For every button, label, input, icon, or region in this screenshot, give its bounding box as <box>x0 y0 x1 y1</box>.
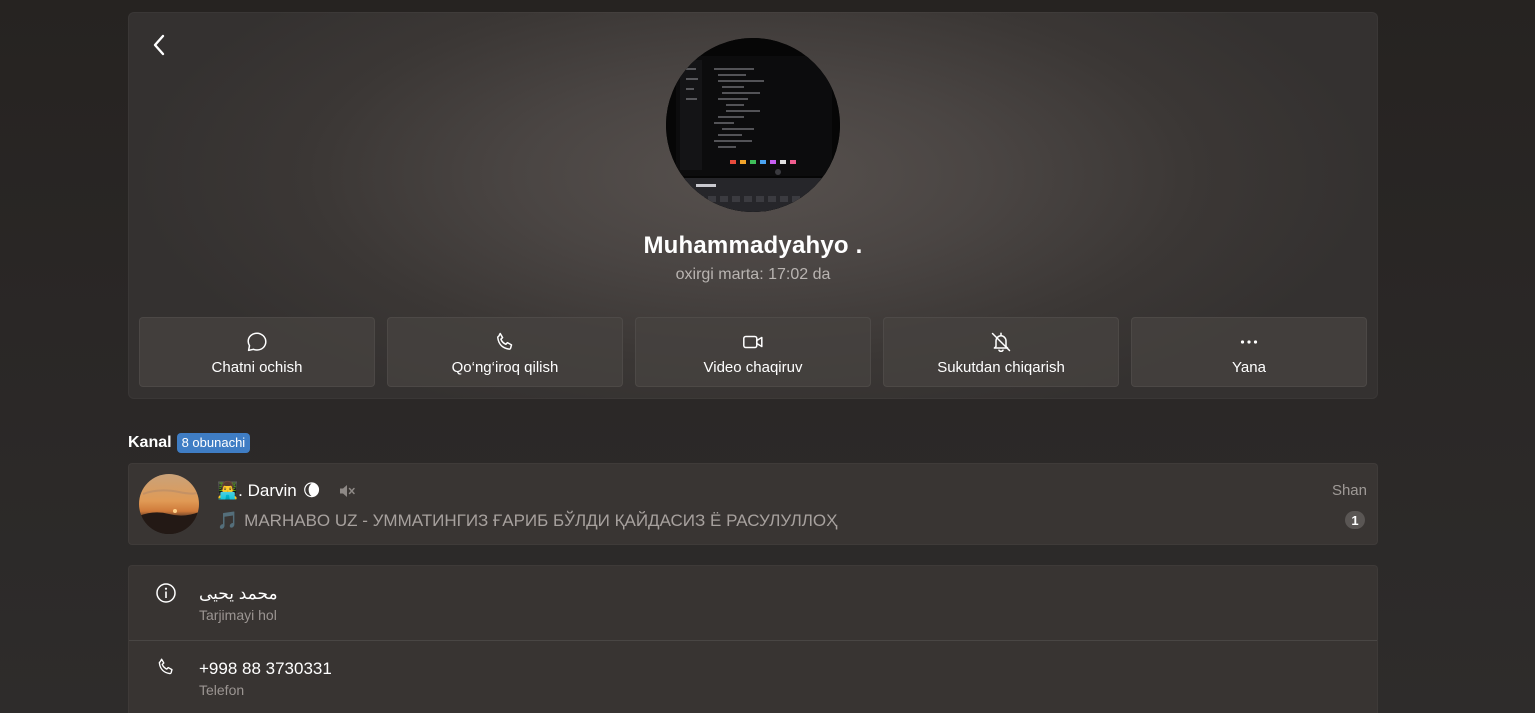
video-call-button[interactable]: Video chaqiruv <box>635 317 871 387</box>
channel-time: Shan <box>1331 482 1367 499</box>
last-seen-status: oxirgi marta: 17:02 da <box>675 266 831 283</box>
more-horizontal-icon <box>1240 340 1258 344</box>
phone-icon <box>497 332 513 350</box>
chat-bubble-icon <box>247 332 267 352</box>
channel-section-header: Kanal 8 obunachi <box>128 432 251 454</box>
muted-speaker-icon <box>340 485 356 497</box>
channel-list-item[interactable]: 👨‍💻 . Darvin 🌘 🎵 MARHABO UZ - УММАТИНГИЗ… <box>128 463 1378 545</box>
call-button[interactable]: Qo‘ng‘iroq qilish <box>387 317 623 387</box>
channel-section-title: Kanal <box>128 434 172 451</box>
open-chat-button[interactable]: Chatni ochish <box>139 317 375 387</box>
bell-off-icon <box>991 332 1011 353</box>
profile-avatar[interactable] <box>666 38 840 212</box>
chevron-left-icon <box>153 34 165 56</box>
bio-value: محمد یحیی <box>199 584 278 603</box>
video-call-label: Video chaqiruv <box>703 359 803 376</box>
profile-page: Muhammadyahyo . oxirgi marta: 17:02 da C… <box>0 0 1535 713</box>
channel-title: 👨‍💻 . Darvin 🌘 <box>217 480 356 502</box>
music-note-icon: 🎵 <box>217 511 239 530</box>
bio-row[interactable]: محمد یحیی Tarjimayi hol <box>129 566 1377 640</box>
phone-value: +998 88 3730331 <box>199 659 332 678</box>
channel-name: . Darvin <box>238 481 297 500</box>
more-label: Yana <box>1232 359 1266 376</box>
channel-title-moon: 🌘 <box>302 481 321 500</box>
unmute-button[interactable]: Sukutdan chiqarish <box>883 317 1119 387</box>
profile-info-card: محمد یحیی Tarjimayi hol +998 88 3730331 … <box>128 565 1378 713</box>
unread-count-badge: 1 <box>1345 511 1365 529</box>
call-label: Qo‘ng‘iroq qilish <box>451 359 559 376</box>
unmute-label: Sukutdan chiqarish <box>937 359 1065 376</box>
info-icon <box>156 583 176 603</box>
subscriber-count-badge: 8 obunachi <box>176 433 251 453</box>
phone-label: Telefon <box>199 682 245 698</box>
phone-row[interactable]: +998 88 3730331 Telefon <box>129 640 1377 713</box>
profile-actions: Chatni ochish Qo‘ng‘iroq qilish Video ch… <box>139 317 1367 387</box>
channel-last-message: 🎵 MARHABO UZ - УММАТИНГИЗ ҒАРИБ БЎЛДИ ҚА… <box>217 511 837 531</box>
open-chat-label: Chatni ochish <box>211 359 303 376</box>
video-camera-icon <box>743 335 763 349</box>
more-button[interactable]: Yana <box>1131 317 1367 387</box>
bio-label: Tarjimayi hol <box>199 607 277 623</box>
channel-title-emoji: 👨‍💻 <box>217 481 239 500</box>
phone-icon <box>158 658 173 675</box>
last-message-text: MARHABO UZ - УММАТИНГИЗ ҒАРИБ БЎЛДИ ҚАЙД… <box>244 511 838 530</box>
profile-name: Muhammadyahyo . <box>643 232 863 259</box>
back-button[interactable] <box>146 30 172 60</box>
channel-avatar <box>139 474 199 534</box>
profile-header-card: Muhammadyahyo . oxirgi marta: 17:02 da C… <box>128 12 1378 399</box>
